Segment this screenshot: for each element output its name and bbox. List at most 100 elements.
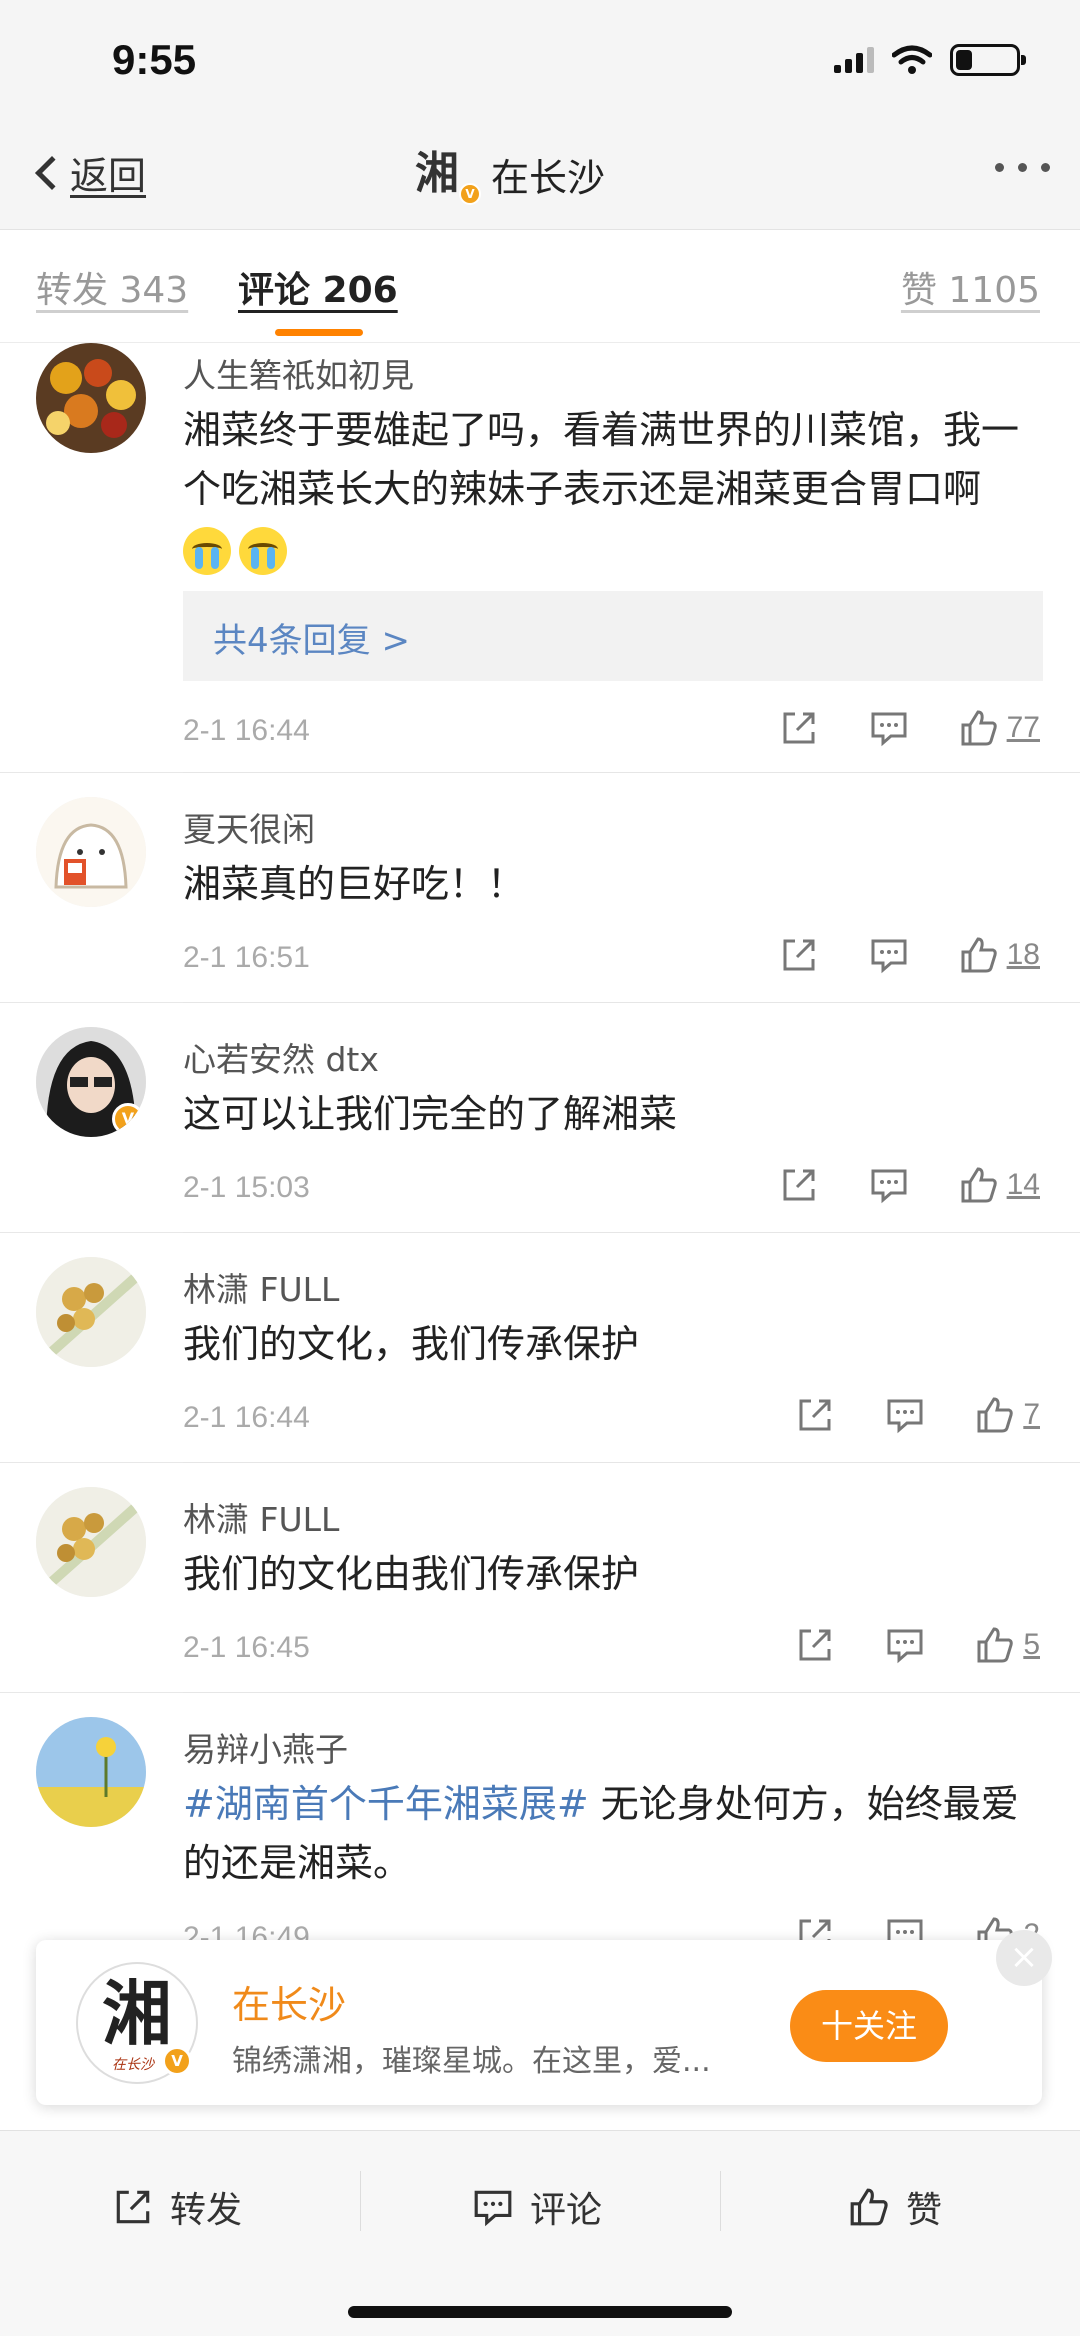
avatar[interactable]: V: [36, 1027, 146, 1137]
username[interactable]: 林潇 FULL: [183, 1493, 339, 1541]
share-icon: [116, 2190, 150, 2224]
share-icon: [799, 1629, 831, 1661]
comment-item: 夏天很闲 湘菜真的巨好吃！！ 2-1 16:51 18: [0, 773, 1080, 1003]
comment-item: 林潇 FULL 我们的文化，我们传承保护 2-1 16:44 7: [0, 1233, 1080, 1463]
comment-text: 湘菜终于要雄起了吗，看着满世界的川菜馆，我一个吃湘菜长大的辣妹子表示还是湘菜更合…: [183, 401, 1043, 578]
back-button[interactable]: 返回: [30, 145, 146, 200]
nav-title: 在长沙: [491, 155, 606, 200]
share-button[interactable]: [779, 935, 819, 975]
like-button[interactable]: 14: [959, 1165, 1040, 1205]
thumbs-up-icon: [961, 1167, 997, 1203]
nav-account[interactable]: 湘 V 在长沙: [415, 143, 605, 205]
like-button[interactable]: 77: [959, 708, 1040, 748]
view-replies-link[interactable]: 共4条回复 >: [213, 613, 410, 662]
comment-time: 2-1 16:44: [183, 1401, 310, 1434]
thumbs-up-icon: [977, 1397, 1014, 1433]
reply-button[interactable]: [885, 1395, 925, 1435]
comment-icon: [887, 1399, 923, 1434]
tab-reposts[interactable]: 转发 343: [36, 261, 188, 313]
account-logo-char: 湘: [415, 148, 459, 199]
like-button[interactable]: 7: [975, 1395, 1040, 1435]
repost-label: 转发: [170, 2190, 243, 2231]
like-button[interactable]: 5: [975, 1625, 1040, 1665]
avatar[interactable]: [36, 1257, 146, 1367]
username[interactable]: 易辩小燕子: [183, 1723, 348, 1771]
promo-description: 锦绣潇湘，璀璨星城。在这里，爱...: [232, 2044, 711, 2079]
comment-button[interactable]: 评论: [472, 2181, 602, 2233]
promo-avatar-char: 湘: [102, 1972, 172, 2055]
reply-button[interactable]: [869, 935, 909, 975]
crying-emoji-icon: [183, 526, 231, 575]
verified-icon: V: [112, 1103, 144, 1135]
comment-text: 这可以让我们完全的了解湘菜: [183, 1092, 678, 1136]
comment-item: 人生箬祇如初見 湘菜终于要雄起了吗，看着满世界的川菜馆，我一个吃湘菜长大的辣妹子…: [0, 343, 1080, 773]
comment-text: 湘菜真的巨好吃！！: [183, 862, 526, 906]
comment-time: 2-1 16:44: [183, 714, 310, 747]
share-button[interactable]: [795, 1395, 835, 1435]
like-post-button[interactable]: 赞: [848, 2181, 942, 2233]
reply-button[interactable]: [869, 1165, 909, 1205]
comment-icon: [871, 712, 907, 747]
follow-button[interactable]: 十关注: [790, 1990, 948, 2062]
like-button[interactable]: 18: [959, 935, 1040, 975]
comment-actions: 18: [729, 935, 1040, 975]
comment-time: 2-1 16:51: [183, 941, 310, 974]
reply-summary[interactable]: 共4条回复 >: [183, 591, 1043, 681]
status-bar: 9:55: [0, 0, 1080, 115]
follow-banner[interactable]: 湘 在长沙 V 在长沙 锦绣潇湘，璀璨星城。在这里，爱... 十关注 ×: [36, 1930, 1052, 2105]
comment-body: 湘菜终于要雄起了吗，看着满世界的川菜馆，我一个吃湘菜长大的辣妹子表示还是湘菜更合…: [183, 408, 1020, 511]
comment-meta: 2-1 16:45 5: [183, 1625, 1050, 1675]
reply-button[interactable]: [885, 1625, 925, 1665]
share-icon: [783, 712, 815, 744]
share-icon: [783, 1169, 815, 1201]
comment-meta: 2-1 15:03 14: [183, 1165, 1050, 1215]
verified-icon: V: [459, 183, 481, 205]
comment-icon: [871, 1169, 907, 1204]
avatar[interactable]: [36, 343, 146, 453]
back-label: 返回: [70, 154, 147, 198]
more-options-icon[interactable]: [995, 163, 1050, 172]
tab-indicator: [275, 329, 363, 336]
share-button[interactable]: [779, 1165, 819, 1205]
username[interactable]: 心若安然 dtx: [183, 1033, 379, 1081]
nav-bar: 返回 湘 V 在长沙: [0, 115, 1080, 230]
tab-comments[interactable]: 评论 206: [238, 261, 398, 313]
status-icons: [834, 44, 1026, 76]
repost-button[interactable]: 转发: [112, 2181, 242, 2233]
comment-time: 2-1 15:03: [183, 1171, 310, 1204]
comment-icon: [474, 2190, 512, 2227]
chevron-left-icon: [35, 155, 69, 190]
comment-text: 我们的文化，我们传承保护: [183, 1322, 640, 1366]
comment-text: #湖南首个千年湘菜展# 无论身处何方，始终最爱的还是湘菜。: [183, 1775, 1043, 1893]
like-count: 5: [1023, 1628, 1040, 1661]
thumbs-up-icon: [961, 710, 997, 746]
thumbs-up-icon: [850, 2188, 888, 2226]
reply-button[interactable]: [869, 708, 909, 748]
comment-text: 我们的文化由我们传承保护: [183, 1552, 640, 1596]
tab-bar: 转发 343 评论 206 赞 1105: [0, 231, 1080, 343]
comment-actions: 77: [729, 708, 1040, 748]
comment-time: 2-1 16:45: [183, 1631, 310, 1664]
promo-account-name[interactable]: 在长沙: [232, 1974, 346, 2029]
share-button[interactable]: [779, 708, 819, 748]
share-button[interactable]: [795, 1625, 835, 1665]
share-icon: [799, 1399, 831, 1431]
hashtag-link[interactable]: #湖南首个千年湘菜展#: [183, 1782, 589, 1826]
verified-icon: V: [162, 2046, 192, 2076]
home-indicator[interactable]: [348, 2306, 732, 2318]
close-icon[interactable]: ×: [996, 1930, 1052, 1986]
avatar[interactable]: [36, 1487, 146, 1597]
username[interactable]: 夏天很闲: [183, 803, 315, 851]
thumbs-up-icon: [977, 1627, 1014, 1663]
tab-likes[interactable]: 赞 1105: [901, 261, 1040, 313]
comment-icon: [871, 939, 907, 974]
comment-actions: 5: [745, 1625, 1040, 1665]
avatar[interactable]: [36, 1717, 146, 1827]
promo-avatar[interactable]: 湘 在长沙 V: [76, 1962, 198, 2084]
username[interactable]: 人生箬祇如初見: [183, 349, 414, 397]
wifi-icon: [892, 45, 932, 74]
username[interactable]: 林潇 FULL: [183, 1263, 339, 1311]
avatar[interactable]: [36, 797, 146, 907]
like-count: 18: [1006, 938, 1040, 971]
battery-icon: [950, 44, 1026, 76]
